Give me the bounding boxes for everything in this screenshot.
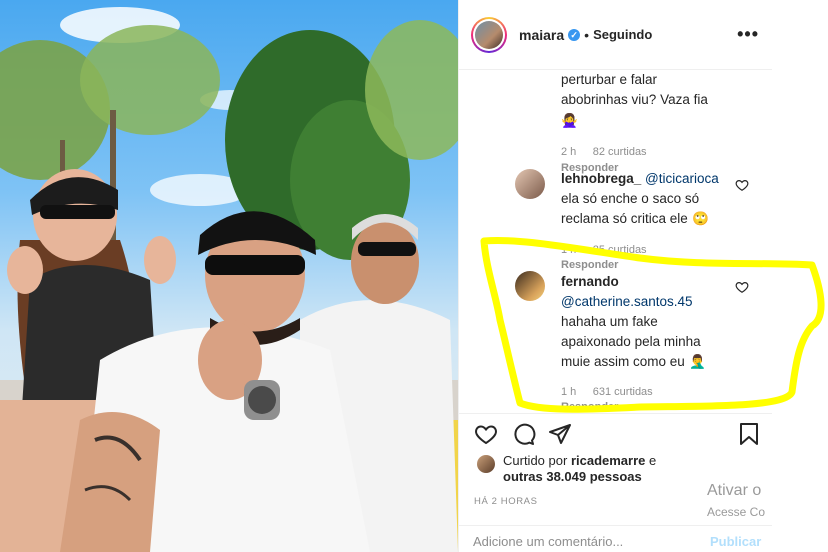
avatar-frame — [473, 18, 505, 51]
likes-connector: e — [649, 453, 657, 468]
separator-dot: • — [584, 26, 590, 43]
comment-text-row: reclama só critica ele 🙄 — [561, 210, 761, 228]
activation-watermark-title: Ativar o — [707, 482, 762, 499]
comment-time[interactable]: 2 h — [561, 146, 576, 158]
comment-text-row: muie assim como eu 🤦‍♂️ — [561, 353, 761, 371]
like-comment-heart-icon[interactable] — [735, 280, 749, 294]
comments-list[interactable]: perturbar e falar abobrinhas viu? Vaza f… — [459, 71, 773, 413]
comment-likes[interactable]: 25 curtidas — [593, 244, 647, 256]
more-options-icon[interactable]: ••• — [737, 24, 759, 45]
comment-likes[interactable]: 631 curtidas — [593, 386, 653, 398]
comment-item: lehnobrega_ @ticicarioca ela só enche o … — [561, 170, 761, 271]
reply-button[interactable]: Responder — [561, 401, 761, 413]
post-side-panel: maiara ✓ • Seguindo ••• perturbar e fala… — [458, 0, 773, 552]
likes-prefix: Curtido por — [503, 453, 568, 468]
comment-text-line: abobrinhas viu? Vaza fia — [561, 92, 708, 107]
comment-mention[interactable]: @catherine.santos.45 — [561, 293, 761, 311]
comment-mention[interactable]: @ticicarioca — [645, 171, 719, 186]
follow-status-button[interactable]: Seguindo — [593, 27, 652, 42]
post-header: maiara ✓ • Seguindo ••• — [459, 0, 773, 70]
avatar-image — [475, 20, 503, 49]
likes-summary: Curtido por ricademarre e outras 38.049 … — [503, 453, 656, 485]
comment-username[interactable]: lehnobrega_ — [561, 171, 641, 186]
comment-meta: 1 h 631 curtidas — [561, 382, 761, 400]
comment-text-line: apaixonado pela minha — [561, 334, 701, 349]
commenter-avatar[interactable] — [515, 169, 545, 199]
comment-meta: 2 h 82 curtidas — [561, 142, 761, 160]
comment-emoji: 🙄 — [692, 211, 710, 226]
comment-text-line: muie assim como eu — [561, 354, 685, 369]
comment-time[interactable]: 1 h — [561, 244, 576, 256]
comment-text-line: hahaha um fake — [561, 314, 658, 329]
instagram-post-view: maiara ✓ • Seguindo ••• perturbar e fala… — [0, 0, 828, 552]
comment-text-line: reclama só critica ele — [561, 211, 688, 226]
add-comment-bar: Publicar — [459, 525, 773, 552]
post-timestamp[interactable]: HÁ 2 HORAS — [474, 496, 538, 507]
comment-likes[interactable]: 82 curtidas — [593, 146, 647, 158]
activation-watermark-subtitle: Acesse Co — [707, 505, 766, 519]
comment-input[interactable] — [473, 534, 693, 549]
page-gutter — [772, 0, 828, 552]
likes-others-link[interactable]: outras 38.049 pessoas — [503, 469, 642, 484]
verified-badge-icon: ✓ — [568, 28, 581, 41]
share-send-icon[interactable] — [548, 422, 572, 446]
comment-emoji: 🤦‍♂️ — [689, 354, 707, 369]
post-username[interactable]: maiara — [519, 27, 564, 43]
save-bookmark-icon[interactable] — [739, 422, 759, 446]
comment-emoji: 🙅‍♀️ — [561, 113, 578, 128]
comment-text-line: perturbar e falar — [561, 72, 658, 87]
photo-illustration — [0, 7, 458, 552]
commenter-avatar[interactable] — [515, 271, 545, 301]
liker-username[interactable]: ricademarre — [571, 453, 645, 468]
comment-text-line: ela só enche o saco só — [561, 191, 700, 206]
comment-header: lehnobrega_ @ticicarioca — [561, 170, 761, 188]
comment-time[interactable]: 1 h — [561, 386, 576, 398]
comment-item: perturbar e falar abobrinhas viu? Vaza f… — [561, 71, 761, 174]
like-comment-heart-icon[interactable] — [735, 178, 749, 192]
comment-item: fernando @catherine.santos.45 hahaha um … — [561, 273, 761, 413]
comment-meta: 1 h 25 curtidas — [561, 240, 761, 258]
reply-button[interactable]: Responder — [561, 259, 761, 271]
liker-avatar[interactable] — [477, 455, 495, 473]
comment-username[interactable]: fernando — [561, 273, 761, 291]
profile-avatar[interactable] — [471, 16, 507, 53]
post-photo[interactable] — [0, 0, 458, 552]
comment-bubble-icon[interactable] — [511, 422, 536, 446]
publish-button[interactable]: Publicar — [710, 534, 761, 549]
like-heart-icon[interactable] — [473, 422, 499, 446]
